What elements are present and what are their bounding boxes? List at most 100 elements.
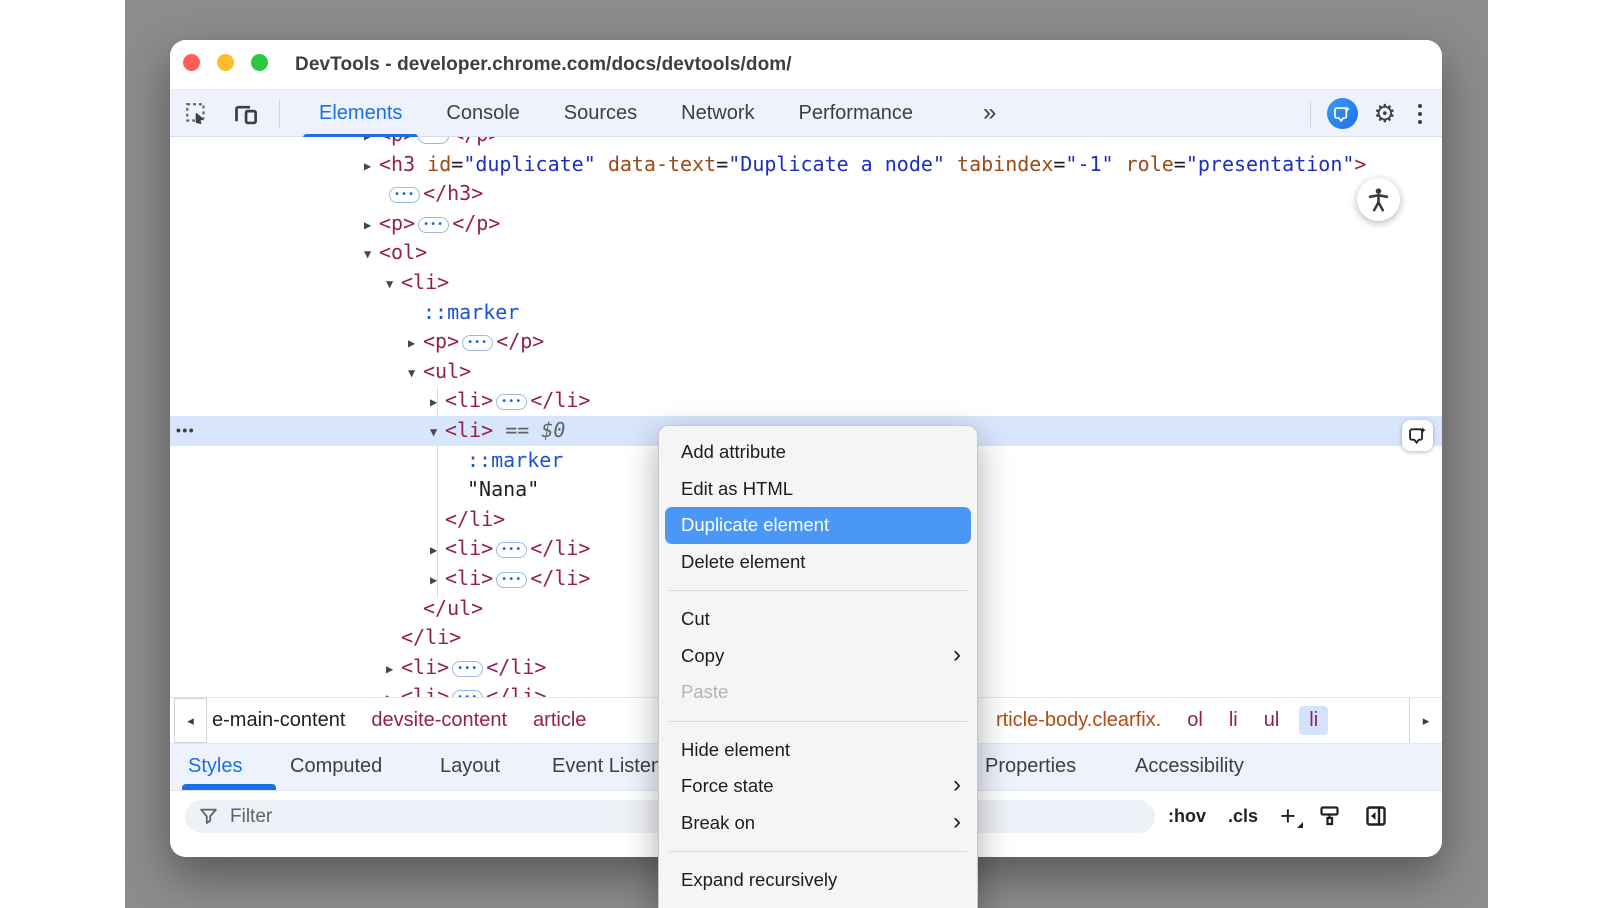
ellipsis-badge[interactable]: ••• [496,394,527,410]
menu-item-hide-element[interactable]: Hide element [659,732,977,769]
breadcrumb-ul[interactable]: ul [1264,709,1280,732]
token-tag: </p> [496,329,544,353]
element-classes-button[interactable]: .cls [1228,806,1258,827]
token-pun: = [1053,152,1065,176]
accessibility-overlay-button[interactable] [1357,178,1400,221]
menu-item-add-attribute[interactable]: Add attribute [659,434,977,471]
dom-tree-row[interactable]: ▼<ol> [170,238,1442,268]
ellipsis-badge[interactable]: ••• [452,661,483,677]
close-window-button[interactable] [183,54,200,71]
more-options-kebab-icon[interactable] [1412,100,1428,128]
collapse-arrow-icon[interactable]: ▼ [386,270,401,300]
tab-sources[interactable]: Sources [547,90,654,137]
dom-tree-row[interactable]: ▶<p>•••</p> [170,327,1442,357]
breadcrumb-rticle-body-clearfix-[interactable]: rticle-body.clearfix. [996,709,1161,732]
expand-arrow-icon[interactable]: ▶ [430,566,445,596]
expand-arrow-icon[interactable]: ▶ [386,684,401,697]
styles-tab-styles[interactable]: Styles [188,744,242,789]
tab-console[interactable]: Console [429,90,536,137]
dom-tree-row[interactable]: ::marker [170,298,1442,328]
menu-item-delete-element[interactable]: Delete element [659,544,977,581]
token-tag: </p> [452,137,500,146]
collapse-arrow-icon[interactable]: ▼ [408,359,423,389]
ellipsis-badge[interactable]: ••• [452,690,483,697]
token-tag: <li> [401,655,449,679]
menu-item-edit-as-html[interactable]: Edit as HTML [659,471,977,508]
dom-tree-row[interactable]: ▶<h3 id="duplicate" data-text="Duplicate… [170,150,1442,180]
breadcrumb-e-main-content[interactable]: e-main-content [212,709,345,732]
token-tag: <li> [445,536,493,560]
token-val: "-1" [1065,152,1113,176]
expand-arrow-icon[interactable]: ▶ [408,329,423,359]
expand-arrow-icon[interactable]: ▶ [364,211,379,241]
dom-tree-row[interactable]: ▶<li>•••</li> [170,386,1442,416]
device-toolbar-icon[interactable] [230,99,260,129]
token-tag: <li> [401,270,449,294]
dom-tree-row[interactable]: •••</h3> [170,179,1442,209]
menu-item-cut[interactable]: Cut [659,601,977,638]
ellipsis-badge[interactable]: ••• [418,217,449,233]
tab-network[interactable]: Network [664,90,771,137]
styles-tab-accessibility[interactable]: Accessibility [1135,744,1244,789]
token-pun: = [716,152,728,176]
window-title: DevTools - developer.chrome.com/docs/dev… [295,40,792,90]
toggle-element-state-button[interactable]: :hov [1168,806,1206,827]
ellipsis-badge[interactable]: ••• [389,187,420,203]
collapse-arrow-icon[interactable]: ▼ [364,240,379,270]
ellipsis-badge[interactable]: ••• [418,137,449,144]
toggle-sidebar-icon[interactable] [1364,804,1388,828]
minimize-window-button[interactable] [217,54,234,71]
dom-tree-row[interactable]: ▶<p>•••</p> [170,209,1442,239]
zoom-window-button[interactable] [251,54,268,71]
styles-tab-properties[interactable]: Properties [985,744,1076,789]
token-tag: </li> [486,684,546,697]
collapse-arrow-icon[interactable]: ▼ [430,418,445,448]
dom-tree-row[interactable]: ▼<ul> [170,357,1442,387]
arrow-spacer [386,625,401,655]
token-tag: </li> [530,536,590,560]
expand-arrow-icon[interactable]: ▶ [430,388,445,418]
tab-elements[interactable]: Elements [302,90,419,137]
token-tag: <ul> [423,359,471,383]
menu-item-collapse-children[interactable]: Collapse children [659,899,977,908]
tab-performance[interactable]: Performance [782,90,931,137]
token-pun [415,152,427,176]
settings-gear-icon[interactable]: ⚙ [1374,99,1396,129]
more-panels-chevron[interactable]: » [983,90,996,135]
breadcrumb-article[interactable]: article [533,709,586,732]
new-style-rule-button[interactable]: + [1280,806,1296,826]
dom-tree-row[interactable]: ▼<li> [170,268,1442,298]
breadcrumb-scroll-right-button[interactable]: ▸ [1409,698,1442,743]
ai-assistant-icon[interactable] [1327,98,1358,129]
token-tag: <li> [445,418,493,442]
menu-item-break-on[interactable]: Break on› [659,805,977,842]
ellipsis-badge[interactable]: ••• [496,542,527,558]
token-pun: = [451,152,463,176]
breadcrumb-li[interactable]: li [1299,706,1328,735]
ellipsis-badge[interactable]: ••• [496,572,527,588]
token-eq: == [493,418,541,442]
expand-arrow-icon[interactable]: ▶ [364,152,379,182]
menu-item-expand-recursively[interactable]: Expand recursively [659,862,977,899]
breadcrumb-devsite-content[interactable]: devsite-content [371,709,507,732]
inspect-element-icon[interactable] [182,99,212,129]
menu-item-force-state[interactable]: Force state› [659,768,977,805]
breadcrumb-scroll-left-button[interactable]: ◂ [174,698,207,743]
breadcrumbs-right: rticle-body.clearfix.olliulli [996,698,1328,743]
ask-ai-row-button[interactable] [1402,420,1433,451]
styles-tab-layout[interactable]: Layout [440,744,500,789]
token-val: "Duplicate a node" [728,152,945,176]
breadcrumb-ol[interactable]: ol [1187,709,1203,732]
menu-item-copy[interactable]: Copy› [659,638,977,675]
dom-tree-row[interactable]: ▶<p>•••</p> [170,137,1442,150]
row-menu-dots-icon[interactable]: ••• [176,416,195,446]
breadcrumb-li[interactable]: li [1229,709,1238,732]
expand-arrow-icon[interactable]: ▶ [430,536,445,566]
expand-arrow-icon[interactable]: ▶ [386,655,401,685]
styles-tab-computed[interactable]: Computed [290,744,382,789]
rendering-emulation-icon[interactable] [1318,804,1342,828]
menu-item-duplicate-element[interactable]: Duplicate element [665,507,971,544]
styles-filter-controls: :hov .cls + [1168,791,1388,841]
toolbar-divider-right [1310,101,1311,127]
ellipsis-badge[interactable]: ••• [462,335,493,351]
